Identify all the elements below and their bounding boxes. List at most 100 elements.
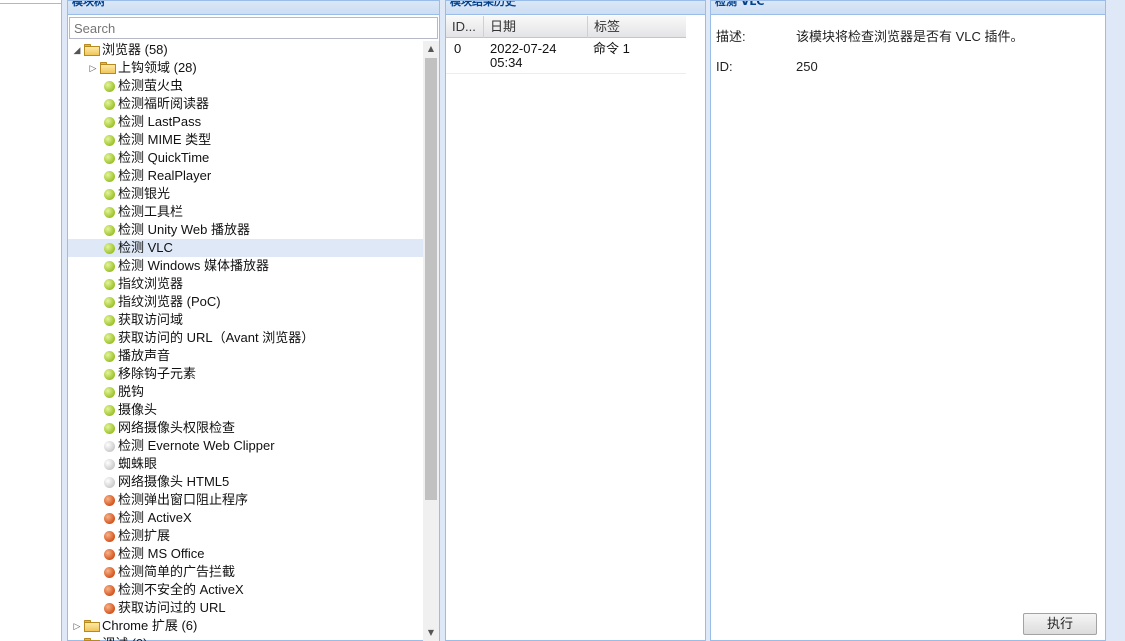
tree-module-node[interactable]: 检测 Windows 媒体播放器 (68, 257, 423, 275)
tree-module-node[interactable]: 获取访问的 URL（Avant 浏览器） (68, 329, 423, 347)
tree-module-node[interactable]: 检测福昕阅读器 (68, 95, 423, 113)
tree-module-node[interactable]: 检测工具栏 (68, 203, 423, 221)
tree-module-node[interactable]: 检测 ActiveX (68, 509, 423, 527)
left-nav-strip (0, 0, 62, 641)
expand-collapse-icon[interactable]: ◢ (72, 41, 82, 59)
tree-node-label: 获取访问过的 URL (118, 600, 226, 615)
module-tree-panel: 模块树 ◢ 浏览器 (58) ▷ 上钩领域 (28) 检测萤火虫检测福昕阅读器检测 La… (67, 0, 440, 641)
tree-node-label: 检测 MIME 类型 (118, 132, 212, 147)
orange-status-icon (104, 549, 115, 560)
module-tree-title: 模块树 (68, 1, 439, 15)
tree-module-node[interactable]: 播放声音 (68, 347, 423, 365)
green-status-icon (104, 81, 115, 92)
tree-module-node[interactable]: 检测 Unity Web 播放器 (68, 221, 423, 239)
tree-module-node[interactable]: 获取访问域 (68, 311, 423, 329)
tree-module-node[interactable]: 检测 QuickTime (68, 149, 423, 167)
tree-module-node[interactable]: 检测 MS Office (68, 545, 423, 563)
tree-node-label: 检测银光 (118, 186, 171, 201)
module-details-title: 检测 VLC (711, 1, 1105, 15)
tree-node-label: 上钩领域 (28) (118, 60, 197, 75)
tree-module-node[interactable]: 检测 VLC (68, 239, 423, 257)
tree-module-node[interactable]: 指纹浏览器 (PoC) (68, 293, 423, 311)
tree-module-node[interactable]: 检测银光 (68, 185, 423, 203)
tree-module-node[interactable]: 网络摄像头 HTML5 (68, 473, 423, 491)
green-status-icon (104, 135, 115, 146)
orange-status-icon (104, 567, 115, 578)
green-status-icon (104, 297, 115, 308)
result-label: 命令 1 (593, 41, 630, 56)
tree-node-label: 获取访问域 (118, 312, 184, 327)
tree-node-label: 检测 RealPlayer (118, 168, 212, 183)
tree-folder-node[interactable]: ◢ 浏览器 (58) (68, 41, 423, 59)
tree-node-label: 检测 Evernote Web Clipper (118, 438, 275, 453)
tree-node-label: 网络摄像头 HTML5 (118, 474, 230, 489)
expand-arrow-icon[interactable]: ▷ (88, 59, 98, 77)
tree-module-node[interactable]: 移除钩子元素 (68, 365, 423, 383)
grey-status-icon (104, 477, 115, 488)
scroll-down-arrow-icon[interactable]: ▼ (423, 625, 439, 641)
tree-module-node[interactable]: 检测不安全的 ActiveX (68, 581, 423, 599)
tree-node-label: 播放声音 (118, 348, 171, 363)
green-status-icon (104, 333, 115, 344)
tree-module-node[interactable]: 检测 LastPass (68, 113, 423, 131)
tree-module-node[interactable]: 检测 Evernote Web Clipper (68, 437, 423, 455)
tree-module-node[interactable]: 检测扩展 (68, 527, 423, 545)
tree-module-node[interactable]: 检测简单的广告拦截 (68, 563, 423, 581)
tree-module-node[interactable]: 检测弹出窗口阻止程序 (68, 491, 423, 509)
tree-scrollbar-thumb[interactable] (425, 58, 437, 500)
tree-folder-node[interactable]: ▷ Chrome 扩展 (6) (68, 617, 423, 635)
tree-module-node[interactable]: 脱钩 (68, 383, 423, 401)
id-value: 250 (796, 59, 818, 74)
tree-node-label: 蜘蛛眼 (118, 456, 158, 471)
results-row[interactable]: 0 2022-07-24 05:34 命令 1 (446, 39, 686, 74)
tree-scrollbar[interactable]: ▲ ▼ (423, 41, 439, 641)
green-status-icon (104, 423, 115, 434)
expand-arrow-icon[interactable]: ▷ (72, 635, 82, 641)
tree-module-node[interactable]: 指纹浏览器 (68, 275, 423, 293)
tree-module-node[interactable]: 检测萤火虫 (68, 77, 423, 95)
tree-node-label: 检测福昕阅读器 (118, 96, 210, 111)
execute-button[interactable]: 执行 (1023, 613, 1097, 635)
green-status-icon (104, 351, 115, 362)
tree-module-node[interactable]: 网络摄像头权限检查 (68, 419, 423, 437)
green-status-icon (104, 189, 115, 200)
module-search-input[interactable] (69, 17, 438, 39)
tree-node-label: 检测 Unity Web 播放器 (118, 222, 250, 237)
column-header-date[interactable]: 日期 (484, 16, 588, 38)
tree-node-label: 检测 VLC (118, 240, 173, 255)
tree-folder-node[interactable]: ▷ 调试 (9) (68, 635, 423, 641)
green-status-icon (104, 405, 115, 416)
tree-node-label: 获取访问的 URL（Avant 浏览器） (118, 330, 315, 345)
tree-node-label: 检测 QuickTime (118, 150, 210, 165)
green-status-icon (104, 117, 115, 128)
green-status-icon (104, 225, 115, 236)
tree-module-node[interactable]: 摄像头 (68, 401, 423, 419)
tree-node-label: 检测不安全的 ActiveX (118, 582, 244, 597)
tree-node-label: 检测 ActiveX (118, 510, 192, 525)
result-id: 0 (454, 41, 462, 56)
scroll-up-arrow-icon[interactable]: ▲ (423, 41, 439, 57)
tree-node-label: Chrome 扩展 (6) (102, 618, 198, 633)
tree-node-label: 摄像头 (118, 402, 158, 417)
column-header-id[interactable]: ID... (446, 16, 484, 38)
green-status-icon (104, 243, 115, 254)
tree-module-node[interactable]: 检测 RealPlayer (68, 167, 423, 185)
tree-node-label: 检测 LastPass (118, 114, 202, 129)
module-tree: ◢ 浏览器 (58) ▷ 上钩领域 (28) 检测萤火虫 检测福昕阅读器 检测 LastPa… (68, 41, 423, 641)
tree-module-node[interactable]: 蜘蛛眼 (68, 455, 423, 473)
tree-folder-node[interactable]: ▷ 上钩领域 (28) (68, 59, 423, 77)
tree-node-label: 网络摄像头权限检查 (118, 420, 236, 435)
result-date: 2022-07-24 05:34 (490, 42, 557, 70)
tree-node-label: 检测 Windows 媒体播放器 (118, 258, 269, 273)
tree-node-label: 脱钩 (118, 384, 145, 399)
tree-module-node[interactable]: 获取访问过的 URL (68, 599, 423, 617)
orange-status-icon (104, 585, 115, 596)
grey-status-icon (104, 459, 115, 470)
tree-module-node[interactable]: 检测 MIME 类型 (68, 131, 423, 149)
green-status-icon (104, 315, 115, 326)
green-status-icon (104, 153, 115, 164)
folder-icon (84, 620, 100, 632)
result-date-time: 05:34 (490, 55, 523, 70)
expand-arrow-icon[interactable]: ▷ (72, 617, 82, 635)
column-header-label[interactable]: 标签 (588, 16, 686, 38)
